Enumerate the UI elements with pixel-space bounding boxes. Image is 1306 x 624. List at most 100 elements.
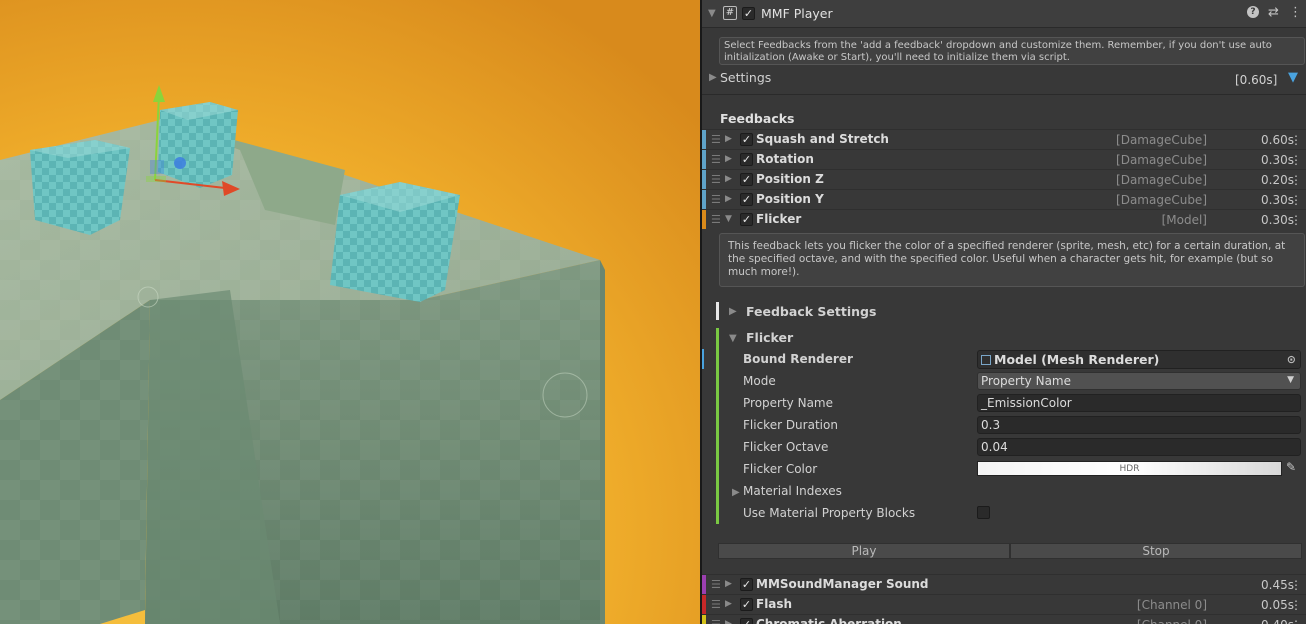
- feedback-menu-icon[interactable]: ⋮: [1290, 598, 1302, 612]
- feedback-color-bar: [702, 615, 706, 624]
- fold-closed-icon[interactable]: ▶: [725, 154, 732, 164]
- flicker-duration-input[interactable]: 0.3: [977, 416, 1301, 434]
- feedback-enabled-checkbox[interactable]: ✓: [740, 133, 753, 146]
- feedback-enabled-checkbox[interactable]: ✓: [740, 598, 753, 611]
- flicker-section-label[interactable]: Flicker: [746, 330, 793, 345]
- flicker-color-swatch[interactable]: HDR: [977, 461, 1282, 476]
- feedback-duration: 0.40s: [1244, 618, 1294, 624]
- feedback-enabled-checkbox[interactable]: ✓: [740, 173, 753, 186]
- feedback-menu-icon[interactable]: ⋮: [1290, 153, 1302, 167]
- menu-icon[interactable]: ⋮: [1289, 5, 1302, 20]
- feedback-enabled-checkbox[interactable]: ✓: [740, 193, 753, 206]
- help-icon[interactable]: ?: [1247, 6, 1259, 18]
- cube-right[interactable]: [330, 182, 460, 302]
- feedback-name: Chromatic Aberration: [756, 617, 902, 624]
- scene-render[interactable]: [0, 0, 700, 624]
- settings-fold-icon[interactable]: ▶: [709, 72, 717, 83]
- property-name-input[interactable]: _EmissionColor: [977, 394, 1301, 412]
- feedback-name: Position Y: [756, 192, 824, 206]
- drag-handle-icon[interactable]: ☰: [711, 578, 721, 591]
- feedback-row[interactable]: ☰ ▶ ✓ Position Z [DamageCube] 0.20s ⋮: [702, 169, 1306, 189]
- feedback-color-bar: [702, 575, 706, 594]
- fold-closed-icon[interactable]: ▶: [725, 579, 732, 589]
- drag-handle-icon[interactable]: ☰: [711, 618, 721, 624]
- feedback-target: [Channel 0]: [1137, 618, 1207, 624]
- object-picker-icon[interactable]: ⊙: [1287, 353, 1296, 366]
- feedback-name: MMSoundManager Sound: [756, 577, 929, 591]
- feedback-menu-icon[interactable]: ⋮: [1290, 173, 1302, 187]
- scene-view[interactable]: [0, 0, 700, 624]
- feedback-target: [DamageCube]: [1116, 193, 1207, 207]
- feedback-color-bar: [702, 210, 706, 229]
- section-bar: [716, 302, 719, 320]
- settings-label[interactable]: Settings: [720, 70, 771, 85]
- fold-arrow-icon[interactable]: ▼: [708, 8, 716, 19]
- feedback-row[interactable]: ☰ ▼ ✓ Flicker [Model] 0.30s ⋮: [702, 209, 1306, 229]
- drag-handle-icon[interactable]: ☰: [711, 213, 721, 226]
- feedback-menu-icon[interactable]: ⋮: [1290, 578, 1302, 592]
- feedback-enabled-checkbox[interactable]: ✓: [740, 153, 753, 166]
- feedback-row[interactable]: ☰ ▶ ✓ Position Y [DamageCube] 0.30s ⋮: [702, 189, 1306, 209]
- feedback-color-bar: [702, 190, 706, 209]
- feedback-color-bar: [702, 170, 706, 189]
- hdr-badge: HDR: [1119, 464, 1140, 474]
- use-mpb-checkbox[interactable]: [977, 506, 990, 519]
- mode-label: Mode: [743, 374, 776, 388]
- bound-renderer-label: Bound Renderer: [743, 352, 853, 366]
- feedback-row[interactable]: ☰ ▶ ✓ MMSoundManager Sound 0.45s ⋮: [702, 574, 1306, 594]
- preset-icon[interactable]: ⇄: [1268, 5, 1279, 20]
- feedback-menu-icon[interactable]: ⋮: [1290, 193, 1302, 207]
- cube-left[interactable]: [30, 140, 130, 235]
- fold-closed-icon[interactable]: ▶: [725, 134, 732, 144]
- feedback-settings-label[interactable]: Feedback Settings: [746, 304, 876, 319]
- feedback-color-bar: [702, 130, 706, 149]
- stop-button[interactable]: Stop: [1010, 543, 1302, 559]
- feedback-enabled-checkbox[interactable]: ✓: [740, 213, 753, 226]
- feedback-menu-icon[interactable]: ⋮: [1290, 213, 1302, 227]
- drag-handle-icon[interactable]: ☰: [711, 598, 721, 611]
- material-indexes-label[interactable]: Material Indexes: [743, 484, 842, 498]
- bound-renderer-field[interactable]: Model (Mesh Renderer) ⊙: [977, 350, 1301, 369]
- feedback-row[interactable]: ☰ ▶ ✓Chromatic Aberration [Channel 0] 0.40s⋮: [702, 614, 1306, 624]
- feedback-row[interactable]: ☰ ▶ ✓ Squash and Stretch [DamageCube] 0.60s ⋮: [702, 129, 1306, 149]
- feedback-row[interactable]: ☰ ▶ ✓ Flash [Channel 0] 0.05s ⋮: [702, 594, 1306, 614]
- flicker-octave-input[interactable]: 0.04: [977, 438, 1301, 456]
- bound-renderer-value: Model (Mesh Renderer): [994, 352, 1160, 367]
- material-indexes-fold-icon[interactable]: ▶: [732, 487, 740, 498]
- drag-handle-icon[interactable]: ☰: [711, 133, 721, 146]
- use-mpb-label: Use Material Property Blocks: [743, 506, 916, 520]
- collapse-all-icon[interactable]: ▼: [1288, 70, 1298, 85]
- fold-closed-icon[interactable]: ▶: [725, 174, 732, 184]
- mode-dropdown[interactable]: Property Name ▼: [977, 372, 1301, 390]
- component-title: MMF Player: [761, 6, 833, 21]
- feedback-settings-fold-icon[interactable]: ▶: [729, 306, 737, 317]
- flicker-section-fold-icon[interactable]: ▼: [729, 333, 737, 344]
- flicker-section-bar: [716, 328, 719, 524]
- feedback-name: Position Z: [756, 172, 824, 186]
- feedback-menu-icon[interactable]: ⋮: [1290, 618, 1302, 624]
- play-button[interactable]: Play: [718, 543, 1010, 559]
- drag-handle-icon[interactable]: ☰: [711, 173, 721, 186]
- flicker-octave-label: Flicker Octave: [743, 440, 829, 454]
- drag-handle-icon[interactable]: ☰: [711, 153, 721, 166]
- feedback-duration: 0.20s: [1261, 173, 1294, 187]
- mode-value: Property Name: [981, 374, 1071, 388]
- feedback-enabled-checkbox[interactable]: ✓: [740, 618, 753, 624]
- eyedropper-icon[interactable]: ✎: [1286, 460, 1296, 474]
- selection-marker: [702, 349, 704, 369]
- feedback-row[interactable]: ☰ ▶ ✓ Rotation [DamageCube] 0.30s ⋮: [702, 149, 1306, 169]
- fold-closed-icon[interactable]: ▶: [725, 619, 732, 624]
- fold-closed-icon[interactable]: ▶: [725, 599, 732, 609]
- flicker-duration-label: Flicker Duration: [743, 418, 838, 432]
- help-box: Select Feedbacks from the 'add a feedbac…: [719, 37, 1305, 65]
- mesh-renderer-icon: [981, 355, 991, 365]
- component-enabled-checkbox[interactable]: ✓: [742, 7, 755, 20]
- drag-handle-icon[interactable]: ☰: [711, 193, 721, 206]
- flicker-help-box: This feedback lets you flicker the color…: [719, 233, 1305, 287]
- feedback-enabled-checkbox[interactable]: ✓: [740, 578, 753, 591]
- cube-middle[interactable]: [158, 102, 238, 188]
- fold-closed-icon[interactable]: ▶: [725, 194, 732, 204]
- component-header[interactable]: ▼ # ✓ MMF Player ? ⇄ ⋮: [702, 0, 1306, 28]
- fold-open-icon[interactable]: ▼: [725, 214, 732, 224]
- feedback-menu-icon[interactable]: ⋮: [1290, 133, 1302, 147]
